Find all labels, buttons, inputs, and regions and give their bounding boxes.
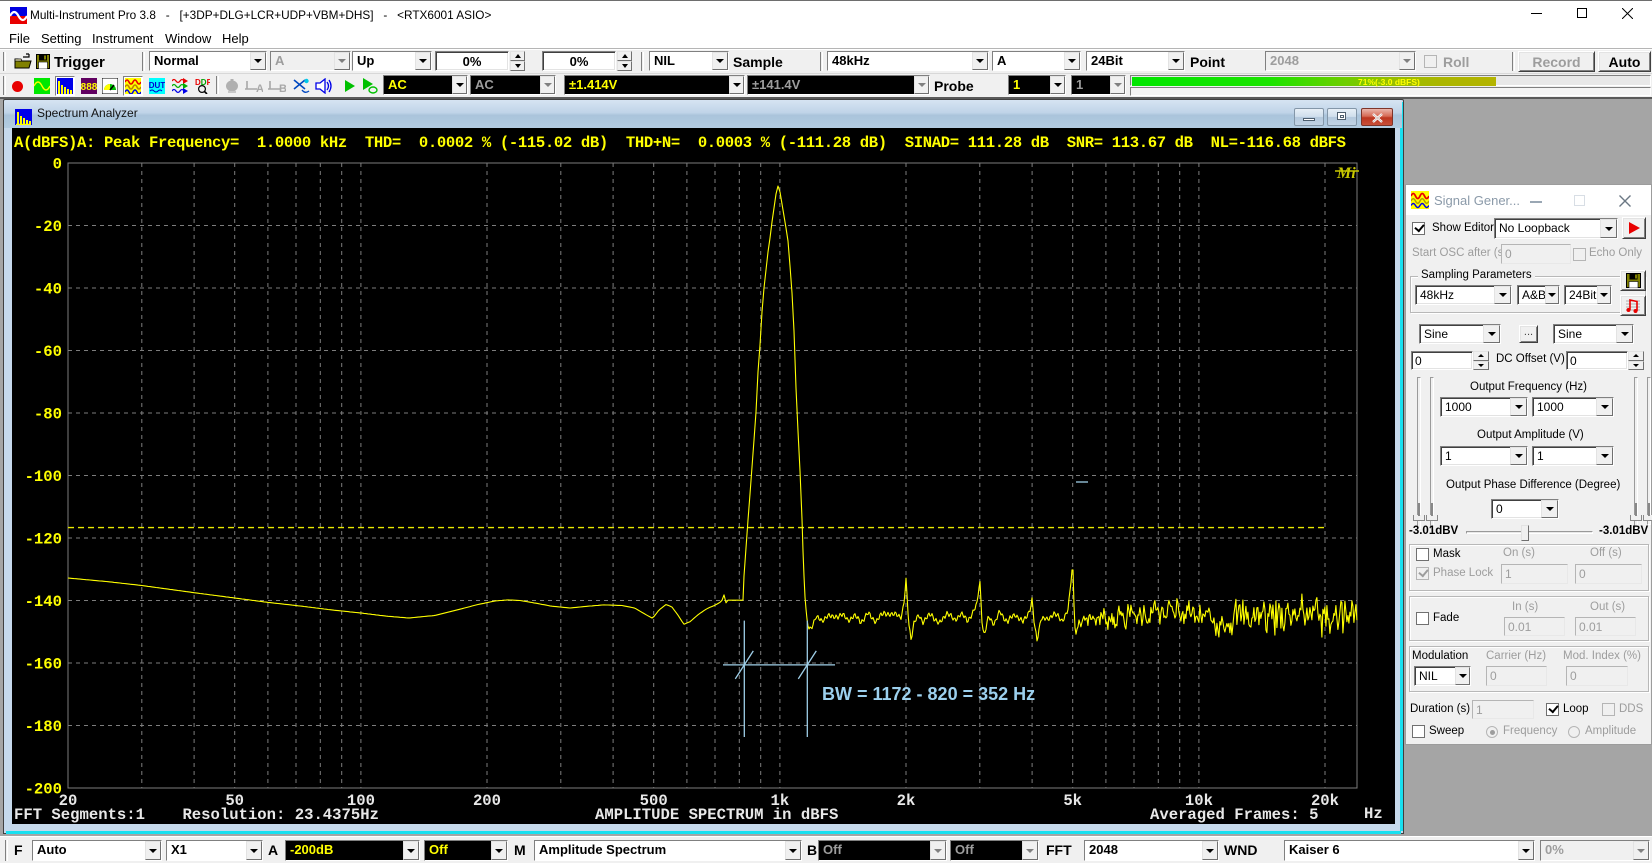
- svg-text:A: A: [256, 83, 263, 94]
- svg-text:Hz: Hz: [1364, 805, 1383, 823]
- svg-text:-140: -140: [25, 593, 62, 611]
- svg-text:FFT Segments:1 Resolution:: FFT Segments:1 Resolution: 23.4375Hz: [14, 806, 379, 824]
- svg-text:-180: -180: [25, 718, 62, 736]
- svg-text:BW = 1172 - 820 = 352 Hz: BW = 1172 - 820 = 352 Hz: [822, 684, 1035, 704]
- svg-text:B: B: [279, 83, 286, 94]
- svg-text:Mi: Mi: [1336, 165, 1356, 182]
- svg-text:A(dBFS)A: Peak Frequency= 1.0: A(dBFS)A: Peak Frequency= 1.0000 kHz THD…: [14, 134, 1346, 152]
- svg-text:2k: 2k: [897, 792, 916, 810]
- svg-text:888: 888: [81, 82, 97, 93]
- svg-text:-40: -40: [34, 281, 62, 299]
- svg-text:Averaged Frames: 5: Averaged Frames: 5: [1150, 806, 1318, 824]
- svg-text:DUT: DUT: [149, 81, 165, 90]
- svg-text:0: 0: [53, 156, 62, 174]
- svg-text:-60: -60: [34, 343, 62, 361]
- svg-text:AMPLITUDE SPECTRUM in dBFS: AMPLITUDE SPECTRUM in dBFS: [595, 806, 838, 824]
- svg-text:-200: -200: [25, 781, 62, 799]
- svg-text:200: 200: [473, 792, 501, 810]
- svg-text:-80: -80: [34, 406, 62, 424]
- svg-text:-120: -120: [25, 531, 62, 549]
- svg-text:-100: -100: [25, 468, 62, 486]
- svg-text:-20: -20: [34, 218, 62, 236]
- svg-text:-160: -160: [25, 656, 62, 674]
- svg-text:5k: 5k: [1063, 792, 1082, 810]
